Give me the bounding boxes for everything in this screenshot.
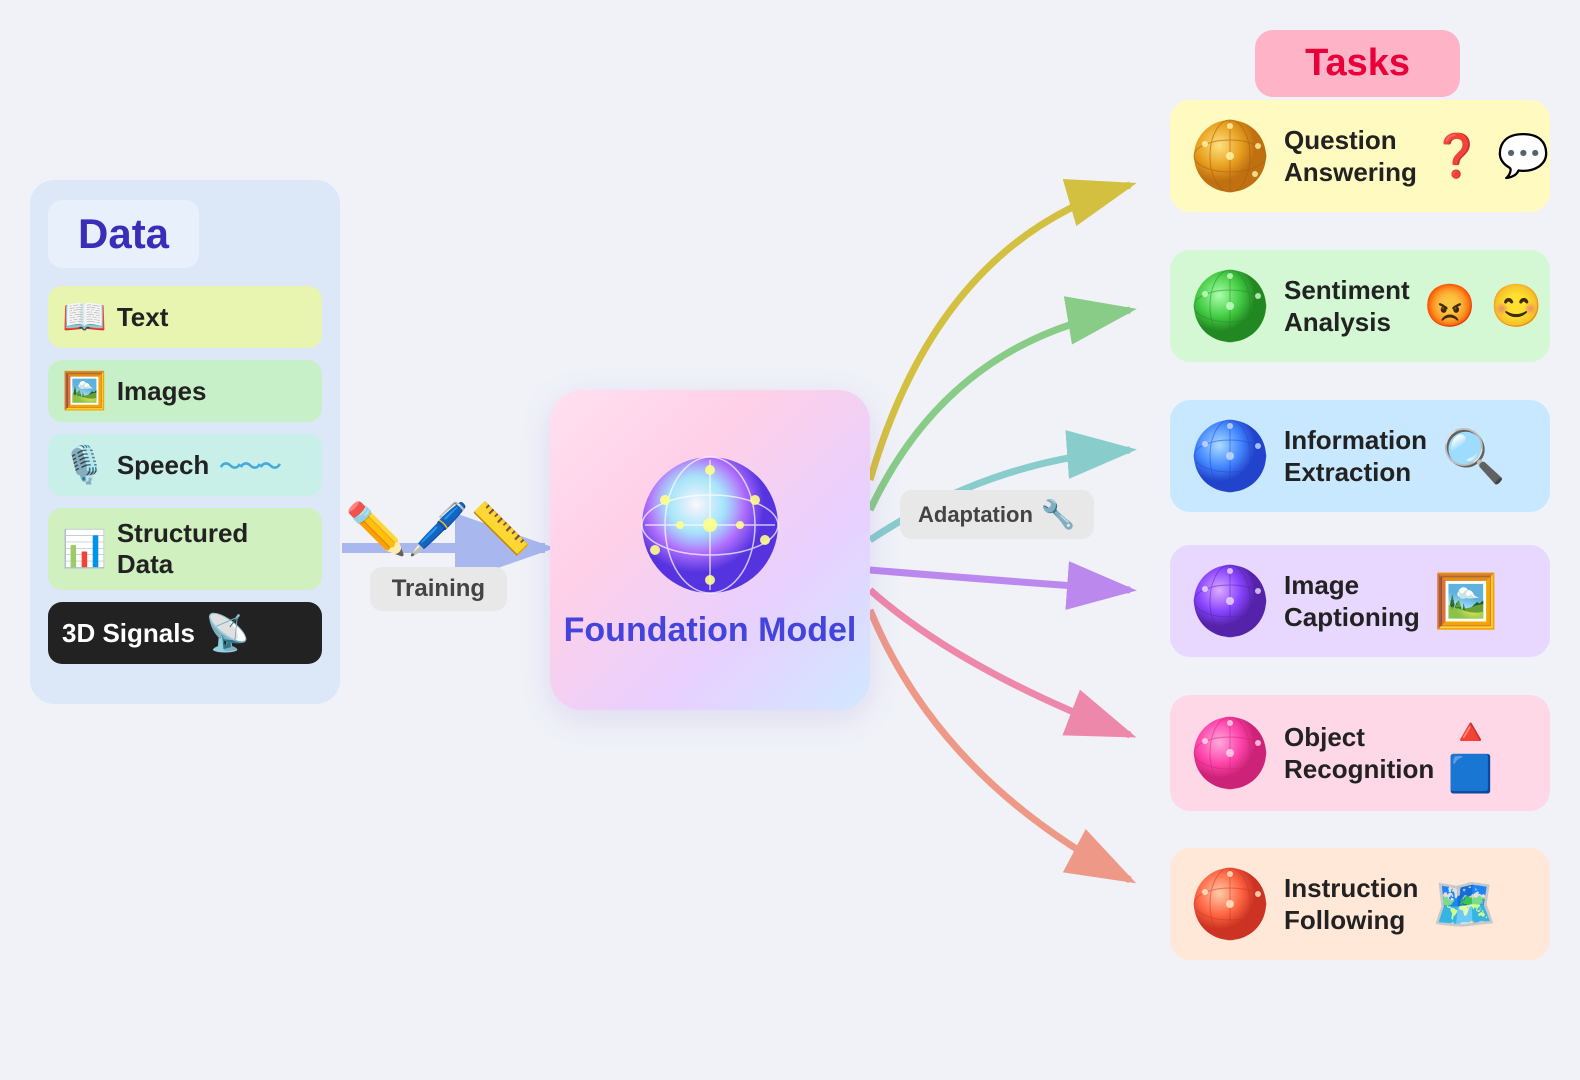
text-icon: 📖	[62, 296, 107, 338]
speech-icon: 🎙️	[62, 444, 107, 486]
sentiment-globe-icon	[1190, 266, 1270, 346]
task-card-info-extract: InformationExtraction 🔍	[1170, 400, 1550, 512]
data-item-images: 🖼️ Images	[48, 360, 322, 422]
task-card-qa: QuestionAnswering ❓ 💬	[1170, 100, 1550, 212]
image-cap-label: ImageCaptioning	[1284, 569, 1420, 634]
training-label: Training	[370, 567, 507, 611]
data-item-structured: 📊 Structured Data	[48, 508, 322, 590]
image-cap-photo-icon: 🖼️	[1434, 571, 1499, 632]
sentiment-sad-icon: 😡	[1424, 282, 1476, 331]
text-label: Text	[117, 302, 169, 333]
data-item-speech: 🎙️ Speech 〜〜〜	[48, 434, 322, 496]
info-globe-icon	[1190, 416, 1270, 496]
object-rec-label: ObjectRecognition	[1284, 721, 1434, 786]
training-pencils-icon: ✏️🖊️📏	[345, 500, 532, 559]
task-card-sentiment: SentimentAnalysis 😡 😊	[1170, 250, 1550, 362]
adaptation-box: Adaptation 🔧	[900, 490, 1094, 539]
qa-question-icon: ❓	[1431, 132, 1483, 181]
foundation-model-box: Foundation Model	[550, 390, 870, 710]
images-label: Images	[117, 376, 207, 407]
object-rec-globe-icon	[1190, 713, 1270, 793]
tasks-title: Tasks	[1305, 42, 1410, 84]
task-card-image-cap: ImageCaptioning 🖼️	[1170, 545, 1550, 657]
foundation-globe-icon	[635, 450, 785, 600]
images-icon: 🖼️	[62, 370, 107, 412]
info-extract-magnifier-icon: 🔍	[1441, 426, 1506, 487]
tasks-header: Tasks	[1255, 30, 1460, 97]
qa-chat-icon: 💬	[1497, 132, 1549, 181]
foundation-model-title: Foundation Model	[564, 610, 857, 651]
data-panel: Data 📖 Text 🖼️ Images 🎙️ Speech 〜〜〜 📊 St…	[30, 180, 340, 704]
adaptation-label: Adaptation	[918, 502, 1033, 528]
instruction-map-icon: 🗺️	[1432, 874, 1497, 935]
instruction-globe-icon	[1190, 864, 1270, 944]
signals-icon: 📡	[205, 612, 250, 654]
signals-label: 3D Signals	[62, 618, 195, 649]
speech-label: Speech	[117, 450, 210, 481]
qa-globe-icon	[1190, 116, 1270, 196]
sentiment-happy-icon: 😊	[1490, 282, 1542, 331]
instruction-label: InstructionFollowing	[1284, 872, 1418, 937]
adaptation-wrench-icon: 🔧	[1041, 498, 1076, 531]
structured-icon: 📊	[62, 528, 107, 570]
training-box: ✏️🖊️📏 Training	[345, 500, 532, 611]
image-cap-globe-icon	[1190, 561, 1270, 641]
task-card-instruction: InstructionFollowing 🗺️	[1170, 848, 1550, 960]
data-panel-title: Data	[48, 200, 199, 268]
data-item-signals: 3D Signals 📡	[48, 602, 322, 664]
data-item-text: 📖 Text	[48, 286, 322, 348]
info-extract-label: InformationExtraction	[1284, 424, 1427, 489]
sentiment-label: SentimentAnalysis	[1284, 274, 1410, 339]
task-card-object-rec: ObjectRecognition 🔺🟦	[1170, 695, 1550, 811]
qa-label: QuestionAnswering	[1284, 124, 1417, 189]
object-rec-shapes-icon: 🔺🟦	[1448, 711, 1534, 795]
structured-label: Structured Data	[117, 518, 308, 580]
speech-wave-icon: 〜〜〜	[219, 449, 279, 481]
